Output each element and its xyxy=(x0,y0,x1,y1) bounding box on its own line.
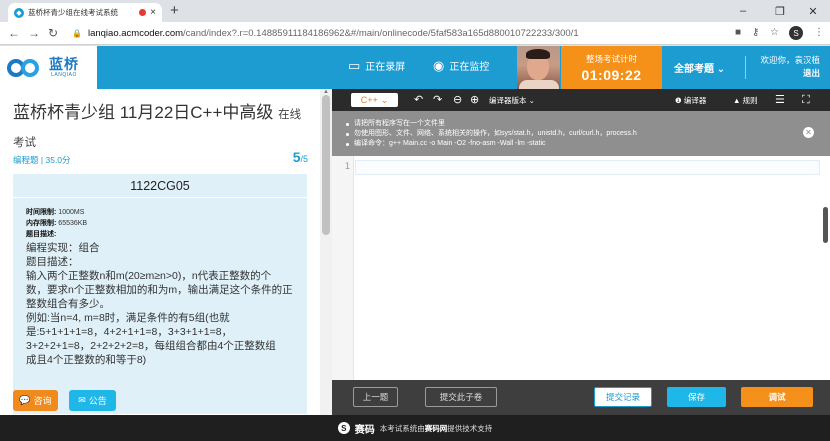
exam-title: 蓝桥杯青少组 11月22日C++中高级 在线 考试 xyxy=(13,103,302,149)
url-text: lanqiao.acmcoder.com/cand/index?.r=0.148… xyxy=(87,28,579,39)
restore-window-icon[interactable]: ❐ xyxy=(763,0,797,22)
compiler-version-link[interactable]: 编译器版本 ⌄ xyxy=(489,95,535,106)
scrollbar-thumb[interactable] xyxy=(322,95,330,235)
camera-monitoring-status: ◉ 正在监控 xyxy=(433,57,490,73)
logo-english: LANQIAO xyxy=(51,72,77,78)
lock-icon: 🔒 xyxy=(72,29,82,38)
notice-item: 勿使用图形、文件、网络、系统相关的操作，如sys/stat.h，unistd.h… xyxy=(346,129,830,139)
language-select[interactable]: C++ ⌄ xyxy=(351,93,398,107)
line-number-gutter: 1 xyxy=(332,156,354,380)
question-scrollbar[interactable]: ▲ xyxy=(320,89,332,415)
info-icon: ❶ xyxy=(675,96,682,105)
profile-avatar-icon[interactable]: S xyxy=(789,26,803,40)
forward-arrow-icon[interactable]: → xyxy=(28,25,40,41)
redo-icon[interactable]: ↷ xyxy=(433,93,442,107)
welcome-text: 欢迎你，袁汉植 xyxy=(760,55,820,65)
lanqiao-logo: 蓝桥 LANQIAO xyxy=(0,46,97,89)
site-favicon-icon: ◆ xyxy=(14,7,24,18)
header-divider xyxy=(745,56,746,79)
editor-scrollbar-thumb[interactable] xyxy=(823,207,828,243)
tab-title: 蓝桥杯青少组在线考试系统 xyxy=(28,8,118,17)
fullscreen-icon[interactable]: ⛶ xyxy=(802,93,810,107)
question-description: 编程实现：组合 题目描述： 输入两个正整数n和m(20≥m≥n>0)，n代表正整… xyxy=(26,242,293,366)
editor-toolbar: C++ ⌄ ↶ ↷ ⊖ ⊕ 编译器版本 ⌄ ❶ 编译器 ▲ 规则 ☰ ⛶ xyxy=(332,89,830,111)
chat-icon: 💬 xyxy=(19,395,31,405)
mail-icon: ✉ xyxy=(78,395,86,405)
exam-timer: 整场考试计时 01:09:22 xyxy=(561,46,662,89)
webcam-preview xyxy=(517,46,560,89)
user-info: 欢迎你，袁汉植 退出 xyxy=(760,54,820,80)
saima-logo-icon: S xyxy=(337,422,350,434)
undo-icon[interactable]: ↶ xyxy=(414,93,423,107)
browser-tab-strip: ◆ 蓝桥杯青少组在线考试系统 × + – ❐ ✕ xyxy=(0,0,830,22)
key-icon[interactable]: ⚷ xyxy=(752,26,759,40)
footer-text: 本考试系统由赛码网提供技术支持 xyxy=(379,423,493,433)
zoom-out-icon[interactable]: ⊖ xyxy=(453,93,462,107)
menu-kebab-icon[interactable]: ⋮ xyxy=(814,26,824,40)
consult-button[interactable]: 💬 咨询 xyxy=(13,390,58,411)
new-tab-button[interactable]: + xyxy=(170,2,179,20)
chevron-down-icon: ⌄ xyxy=(716,64,726,75)
submission-history-button[interactable]: 提交记录 xyxy=(594,387,652,407)
rules-link[interactable]: ▲ 规则 xyxy=(733,95,758,106)
tab-close-icon[interactable]: × xyxy=(150,7,156,18)
camera-icon[interactable]: ■ xyxy=(735,26,741,40)
chevron-circle-icon: ⌄ xyxy=(528,96,535,105)
timer-value: 01:09:22 xyxy=(581,67,642,83)
caret-up-icon: ▲ xyxy=(733,96,741,105)
notice-item: 请把所有程序写在一个文件里 xyxy=(346,119,830,129)
address-bar[interactable]: 🔒 lanqiao.acmcoder.com/cand/index?.r=0.1… xyxy=(72,25,737,42)
monitor-icon: ▭ xyxy=(348,57,361,73)
question-code: 1122CG05 xyxy=(13,174,307,198)
logo-chinese: 蓝桥 xyxy=(49,56,79,72)
close-notice-icon[interactable]: ✕ xyxy=(803,127,814,138)
zoom-in-icon[interactable]: ⊕ xyxy=(470,93,479,107)
question-type-score: 编程题 | 35.0分 xyxy=(13,155,71,165)
question-counter: 5/5 xyxy=(292,149,308,165)
chevron-down-icon: ⌄ xyxy=(380,94,389,105)
all-questions-dropdown[interactable]: 全部考题 ⌄ xyxy=(674,60,725,75)
announcement-button[interactable]: ✉ 公告 xyxy=(69,390,116,411)
question-card: 1122CG05 时间限制: 1000MS 内存限制: 65536KB 题目描述… xyxy=(13,174,307,414)
line-number: 1 xyxy=(344,162,350,172)
editor-footer: 上一题 提交此子卷 提交记录 保存 调试 xyxy=(332,380,830,415)
browser-toolbar: ← → ↻ 🔒 lanqiao.acmcoder.com/cand/index?… xyxy=(0,22,830,45)
close-window-icon[interactable]: ✕ xyxy=(796,0,830,22)
question-limits: 时间限制: 1000MS 内存限制: 65536KB 题目描述: xyxy=(26,209,88,238)
logo-mark-icon xyxy=(7,57,43,79)
minimize-window-icon[interactable]: – xyxy=(726,0,760,22)
screen-recording-status: ▭ 正在录屏 xyxy=(348,57,406,73)
list-icon[interactable]: ☰ xyxy=(775,93,785,107)
debug-button[interactable]: 调试 xyxy=(741,387,813,407)
submit-subpaper-button[interactable]: 提交此子卷 xyxy=(425,387,497,407)
code-editor-panel: C++ ⌄ ↶ ↷ ⊖ ⊕ 编译器版本 ⌄ ❶ 编译器 ▲ 规则 ☰ ⛶ 请把所有… xyxy=(332,89,830,415)
compile-notice: 请把所有程序写在一个文件里 勿使用图形、文件、网络、系统相关的操作，如sys/s… xyxy=(332,111,830,156)
reload-icon[interactable]: ↻ xyxy=(48,25,58,41)
star-icon[interactable]: ☆ xyxy=(770,26,779,40)
webcam-icon: ◉ xyxy=(433,57,445,73)
recording-indicator-icon xyxy=(139,9,147,16)
logout-link[interactable]: 退出 xyxy=(760,67,820,80)
page-footer: S 赛码 本考试系统由赛码网提供技术支持 xyxy=(0,415,830,441)
footer-brand: 赛码 xyxy=(354,424,375,436)
back-arrow-icon[interactable]: ← xyxy=(8,25,20,41)
code-input-area[interactable] xyxy=(355,160,820,175)
notice-item: 编译命令：g++ Main.cc -o Main -O2 -fno-asm -W… xyxy=(346,139,830,149)
app-header: 蓝桥 LANQIAO ▭ 正在录屏 ◉ 正在监控 整场考试计时 01:09:22… xyxy=(0,46,830,89)
previous-question-button[interactable]: 上一题 xyxy=(353,387,398,407)
save-button[interactable]: 保存 xyxy=(667,387,726,407)
compiler-info-link[interactable]: ❶ 编译器 xyxy=(675,95,706,106)
question-panel: 蓝桥杯青少组 11月22日C++中高级 在线 考试 编程题 | 35.0分 5/… xyxy=(0,89,320,415)
browser-tab[interactable]: ◆ 蓝桥杯青少组在线考试系统 × xyxy=(8,3,162,22)
timer-label: 整场考试计时 xyxy=(585,54,637,64)
